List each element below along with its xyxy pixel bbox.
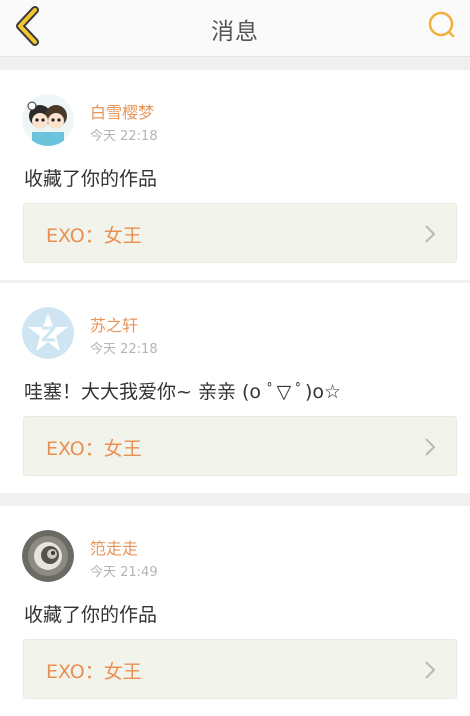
- default-star-avatar: [22, 307, 74, 359]
- work-link[interactable]: EXO：女王: [23, 203, 457, 263]
- username[interactable]: 笵走走: [90, 535, 138, 559]
- user-avatar[interactable]: [22, 530, 74, 582]
- timestamp: 今天 22:18: [90, 129, 158, 144]
- message-text: 哇塞！大大我爱你~ 亲亲 (o ﾟ▽ ﾟ)o☆: [24, 381, 342, 403]
- message-text: 收藏了你的作品: [24, 168, 158, 190]
- work-link[interactable]: EXO：女王: [23, 416, 457, 476]
- username[interactable]: 苏之轩: [90, 312, 138, 336]
- chevron-right-icon: [425, 225, 436, 243]
- timestamp: 今天 22:18: [90, 342, 158, 357]
- work-title: EXO：女王: [46, 225, 142, 247]
- top-nav-bar: 消息: [0, 0, 470, 57]
- username[interactable]: 白雪樱梦: [90, 99, 154, 123]
- swirl-photo-avatar: [22, 530, 74, 582]
- work-title: EXO：女王: [46, 438, 142, 460]
- timestamp: 今天 21:49: [90, 565, 158, 580]
- message-text: 收藏了你的作品: [24, 604, 158, 626]
- work-title: EXO：女王: [46, 661, 142, 683]
- cartoon-couple-avatar: [22, 94, 74, 146]
- search-button[interactable]: [422, 6, 462, 46]
- work-link[interactable]: EXO：女王: [23, 639, 457, 699]
- page-title: 消息: [211, 19, 259, 45]
- message-card: 苏之轩 今天 22:18 哇塞！大大我爱你~ 亲亲 (o ﾟ▽ ﾟ)o☆ EXO…: [0, 283, 470, 493]
- message-card: 笵走走 今天 21:49 收藏了你的作品 EXO：女王: [0, 506, 470, 716]
- search-icon: [428, 11, 455, 38]
- chevron-right-icon: [425, 661, 436, 679]
- chevron-right-icon: [425, 438, 436, 456]
- user-avatar[interactable]: [22, 307, 74, 359]
- user-avatar[interactable]: [22, 94, 74, 146]
- message-card: 白雪樱梦 今天 22:18 收藏了你的作品 EXO：女王: [0, 70, 470, 280]
